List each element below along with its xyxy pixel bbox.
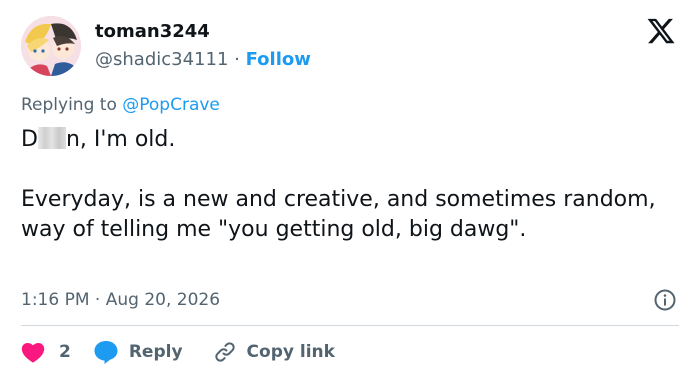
reply-bubble-icon <box>94 341 118 364</box>
user-handle[interactable]: @shadic34111 <box>95 49 228 70</box>
action-bar: 2 Reply Copy link <box>21 337 335 367</box>
like-count: 2 <box>59 342 71 362</box>
like-button[interactable]: 2 <box>21 341 71 363</box>
tweet-text: Dn, I'm old. Everyday, is a new and crea… <box>21 125 671 245</box>
timestamp[interactable]: 1:16 PM · Aug 20, 2026 <box>21 288 220 312</box>
copy-link-label: Copy link <box>246 342 335 362</box>
tweet-line-1-start: D <box>21 127 38 152</box>
divider <box>21 325 679 326</box>
tweet-paragraph-2: Everyday, is a new and creative, and som… <box>21 187 656 242</box>
avatar[interactable] <box>21 16 81 76</box>
timestamp-separator: · <box>94 290 101 310</box>
reply-prefix: Replying to <box>21 95 117 115</box>
display-name[interactable]: toman3244 <box>95 20 210 44</box>
tweet-line-1: Dn, I'm old. <box>21 125 671 155</box>
mention-link[interactable]: @PopCrave <box>122 95 220 115</box>
tweet-date[interactable]: Aug 20, 2026 <box>106 290 220 310</box>
link-icon <box>214 342 235 362</box>
info-icon[interactable] <box>653 288 677 312</box>
handle-line: @shadic34111 · Follow <box>95 48 311 72</box>
tweet-line-1-end: n, I'm old. <box>65 127 176 152</box>
x-logo-icon[interactable] <box>646 16 676 46</box>
censor-blur <box>37 127 66 149</box>
reply-label: Reply <box>128 342 183 362</box>
copy-link-button[interactable]: Copy link <box>213 340 335 364</box>
follow-button[interactable]: Follow <box>246 49 311 70</box>
tweet-time[interactable]: 1:16 PM <box>21 290 90 310</box>
separator-dot: · <box>234 49 240 70</box>
reply-context: Replying to @PopCrave <box>21 93 220 117</box>
reply-button[interactable]: Reply <box>93 340 183 364</box>
heart-icon <box>21 342 45 363</box>
